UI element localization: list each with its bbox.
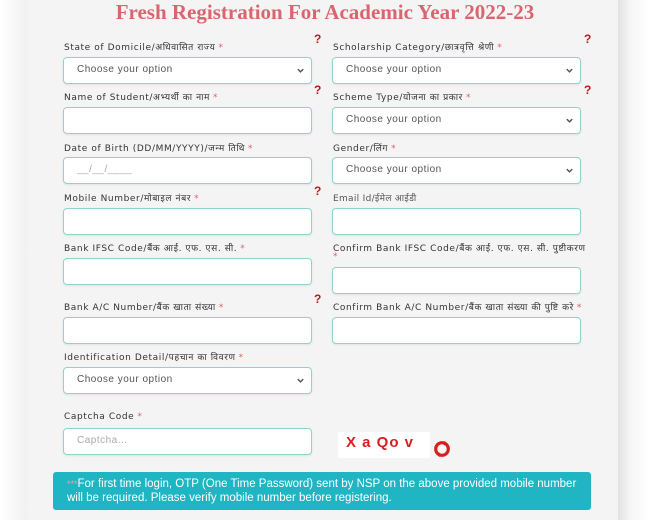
date-of-birth-label: Date of Birth (DD/MM/YYYY)/जन्म तिथि * xyxy=(64,141,253,154)
label-text: Bank A/C Number/बैंक खाता संख्या xyxy=(64,303,216,313)
chevron-down-icon xyxy=(566,118,573,123)
label-text: Captcha Code xyxy=(64,412,135,422)
label-text: Scholarship Category/छात्रवृत्ति श्रेणी xyxy=(333,43,495,53)
chevron-down-icon xyxy=(566,68,573,73)
select-value: Choose your option xyxy=(346,164,442,175)
label-text: Scheme Type/योजना का प्रकार xyxy=(333,93,463,103)
state-of-domicile-select[interactable]: Choose your option xyxy=(63,57,312,84)
captcha-image-text: X a Qo v xyxy=(346,434,415,451)
label-text: Bank IFSC Code/बैंक आई. एफ. एस. सी. xyxy=(64,244,238,254)
page-margin-left xyxy=(0,0,28,520)
otp-notice-banner: ***For first time login, OTP (One Time P… xyxy=(53,472,591,510)
confirm-bank-ifsc-label: Confirm Bank IFSC Code/बैंक आई. एफ. एस. … xyxy=(333,241,586,254)
mobile-number-input[interactable] xyxy=(63,208,312,235)
student-name-label: Name of Student/अभ्यर्थी का नाम * xyxy=(64,90,218,103)
label-text: Confirm Bank IFSC Code/बैंक आई. एफ. एस. … xyxy=(333,244,586,254)
confirm-bank-account-label: Confirm Bank A/C Number/बैंक खाता संख्या… xyxy=(333,300,582,313)
required-marker: * xyxy=(137,412,143,422)
label-text: Identification Detail/पहचान का विवरण xyxy=(64,353,236,363)
required-marker: * xyxy=(213,93,219,103)
required-marker: * xyxy=(218,303,224,313)
scheme-type-label: Scheme Type/योजना का प्रकार * xyxy=(333,90,471,103)
confirm-bank-account-input[interactable] xyxy=(332,317,581,344)
identification-detail-label: Identification Detail/पहचान का विवरण * xyxy=(64,350,244,363)
bank-account-help-icon[interactable]: ? xyxy=(314,292,321,306)
label-text: Mobile Number/मोबाइल नंबर xyxy=(64,194,192,204)
chevron-down-icon xyxy=(297,68,304,73)
mobile-number-help-icon[interactable]: ? xyxy=(314,184,321,198)
student-name-input[interactable] xyxy=(63,107,312,134)
captcha-input[interactable]: Captcha... xyxy=(63,428,312,455)
bank-account-label: Bank A/C Number/बैंक खाता संख्या * xyxy=(64,300,224,313)
select-value: Choose your option xyxy=(346,114,442,125)
captcha-image: X a Qo v xyxy=(338,432,430,458)
identification-detail-select[interactable]: Choose your option xyxy=(63,367,312,394)
required-marker: * xyxy=(240,244,246,254)
notice-stars: *** xyxy=(67,479,78,489)
required-marker: * xyxy=(465,93,472,103)
state-of-domicile-help-icon[interactable]: ? xyxy=(314,32,321,46)
notice-text: For first time login, OTP (One Time Pass… xyxy=(67,478,577,504)
select-value: Choose your option xyxy=(77,64,173,75)
input-placeholder: Captcha... xyxy=(77,435,128,446)
gender-select[interactable]: Choose your option xyxy=(332,157,581,184)
label-text: State of Domicile/अधिवासित राज्य xyxy=(64,43,216,53)
required-marker: * xyxy=(248,144,254,154)
required-marker: * xyxy=(238,353,244,363)
input-placeholder: __/__/____ xyxy=(77,164,133,175)
captcha-label: Captcha Code * xyxy=(64,412,142,422)
required-marker: * xyxy=(333,252,339,262)
required-marker: * xyxy=(218,43,224,53)
email-input[interactable] xyxy=(332,208,581,235)
chevron-down-icon xyxy=(566,168,573,173)
label-text: Confirm Bank A/C Number/बैंक खाता संख्या… xyxy=(333,303,574,313)
scholarship-category-help-icon[interactable]: ? xyxy=(584,32,591,46)
scheme-type-help-icon[interactable]: ? xyxy=(584,83,591,97)
label-text: Date of Birth (DD/MM/YYYY)/जन्म तिथि xyxy=(64,144,246,154)
scholarship-category-select[interactable]: Choose your option xyxy=(332,57,581,84)
label-text: Gender/लिंग xyxy=(333,144,389,154)
confirm-bank-ifsc-required: * xyxy=(333,252,338,262)
bank-ifsc-label: Bank IFSC Code/बैंक आई. एफ. एस. सी. * xyxy=(64,241,245,254)
chevron-down-icon xyxy=(297,378,304,383)
confirm-bank-ifsc-input[interactable] xyxy=(332,267,581,294)
page-margin-right xyxy=(618,0,650,520)
state-of-domicile-label: State of Domicile/अधिवासित राज्य * xyxy=(64,40,224,53)
bank-ifsc-input[interactable] xyxy=(63,258,312,285)
date-of-birth-input[interactable]: __/__/____ xyxy=(63,157,312,184)
select-value: Choose your option xyxy=(77,374,173,385)
required-marker: * xyxy=(194,194,200,204)
label-text: Name of Student/अभ्यर्थी का नाम xyxy=(64,93,211,103)
required-marker: * xyxy=(576,303,582,313)
student-name-help-icon[interactable]: ? xyxy=(314,83,321,97)
required-marker: * xyxy=(391,144,397,154)
gender-label: Gender/लिंग * xyxy=(333,141,396,154)
page-title: Fresh Registration For Academic Year 202… xyxy=(115,0,535,24)
select-value: Choose your option xyxy=(346,64,442,75)
refresh-captcha-icon[interactable] xyxy=(433,440,451,458)
mobile-number-label: Mobile Number/मोबाइल नंबर * xyxy=(64,191,199,204)
required-marker: * xyxy=(497,43,503,53)
scholarship-category-label: Scholarship Category/छात्रवृत्ति श्रेणी * xyxy=(333,40,502,53)
scheme-type-select[interactable]: Choose your option xyxy=(332,107,581,134)
bank-account-input[interactable] xyxy=(63,317,312,344)
email-label: Email Id/ईमेल आईडी xyxy=(333,194,417,204)
